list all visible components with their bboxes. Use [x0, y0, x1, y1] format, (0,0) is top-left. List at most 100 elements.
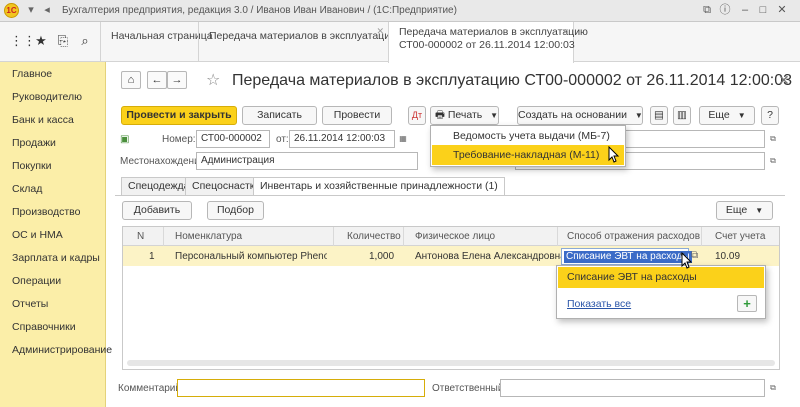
chevron-down-icon: ▼ — [755, 206, 764, 215]
sidebar-item-production[interactable]: Производство — [12, 206, 80, 218]
number-label: Номер: — [162, 134, 196, 145]
print-menu-item-m11[interactable]: Требование-накладная (М-11) — [453, 149, 599, 161]
location-label: Местонахождение: — [120, 156, 208, 167]
tabs-divider — [115, 195, 785, 196]
print-button[interactable]: 🖶 Печать ▼ — [430, 106, 499, 125]
expense-method-value: Списание ЭВТ на расходы — [564, 251, 692, 263]
sidebar-item-bank[interactable]: Банк и касса — [12, 114, 74, 126]
open-icon[interactable]: ⧉ — [766, 153, 780, 169]
expense-method-input[interactable]: Списание ЭВТ на расходы ▾ — [561, 248, 692, 265]
back-button[interactable]: ← — [147, 71, 167, 89]
restore-icon[interactable]: ⧉ — [700, 4, 714, 17]
sidebar-item-reports[interactable]: Отчеты — [12, 298, 48, 310]
post-and-close-button[interactable]: Провести и закрыть — [121, 106, 237, 125]
calendar-icon[interactable]: ▦ — [396, 131, 410, 147]
column-header-n[interactable]: N — [137, 231, 144, 242]
more-label: Еще — [708, 109, 730, 121]
column-header-account[interactable]: Счет учета — [715, 231, 765, 242]
tab-inventory[interactable]: Инвентарь и хозяйственные принадлежности… — [253, 177, 505, 196]
expense-method-dropdown: Списание ЭВТ на расходы Показать все + — [556, 265, 766, 319]
date-field[interactable]: 26.11.2014 12:00:03 — [289, 130, 395, 148]
favorites-star-icon[interactable]: ★ — [34, 34, 48, 48]
column-header-quantity[interactable]: Количество — [347, 231, 401, 242]
report-icon[interactable]: ▤ — [650, 106, 668, 125]
close-tab-icon[interactable]: ✕ — [561, 26, 569, 39]
menu-icon[interactable]: ▾ — [24, 4, 38, 17]
create-based-on-button[interactable]: Создать на основании ▼ — [517, 106, 643, 125]
responsible-label: Ответственный: — [432, 383, 507, 394]
cell-person[interactable]: Антонова Елена Александровна — [415, 251, 566, 262]
apps-grid-icon[interactable]: ⋮⋮ — [10, 34, 36, 48]
title-bar: 1С ▾ ◂ Бухгалтерия предприятия, редакция… — [0, 0, 800, 22]
sidebar-item-operations[interactable]: Операции — [12, 275, 61, 287]
info-icon[interactable]: ⓘ — [718, 4, 732, 17]
close-tab-icon[interactable]: ✕ — [376, 26, 384, 37]
responsible-field[interactable] — [500, 379, 765, 397]
top-icons: ⋮⋮ ★ ⎘ ⌕ — [0, 22, 100, 62]
number-field[interactable]: СТ00-000002 — [196, 130, 270, 148]
column-header-person[interactable]: Физическое лицо — [415, 231, 495, 242]
tab-transfer-list[interactable]: Передача материалов в эксплуатацию ✕ — [198, 22, 398, 62]
sidebar-item-directories[interactable]: Справочники — [12, 321, 76, 333]
select-button[interactable]: Подбор — [207, 201, 264, 220]
window-title: Бухгалтерия предприятия, редакция 3.0 / … — [62, 5, 457, 16]
open-icon[interactable]: ⧉ — [766, 131, 780, 147]
close-window-icon[interactable]: ✕ — [775, 4, 789, 17]
maximize-icon[interactable]: □ — [756, 4, 770, 17]
add-row-button[interactable]: Добавить — [122, 201, 192, 220]
tab-label: Передача материалов в эксплуатацию — [209, 30, 398, 42]
cell-account[interactable]: 10.09 — [715, 251, 740, 262]
sidebar-item-management[interactable]: Руководителю — [12, 91, 82, 103]
cell-nomenclature[interactable]: Персональный компьютер Phenom ... — [175, 251, 327, 262]
cell-n[interactable]: 1 — [149, 251, 155, 262]
sidebar-item-purchases[interactable]: Покупки — [12, 160, 52, 172]
dropdown-item-selected[interactable]: Списание ЭВТ на расходы — [567, 271, 697, 283]
close-document-icon[interactable]: ✕ — [778, 72, 790, 89]
sidebar-item-fixed-assets[interactable]: ОС и НМА — [12, 229, 63, 241]
sidebar-item-warehouse[interactable]: Склад — [12, 183, 42, 195]
sidebar-item-sales[interactable]: Продажи — [12, 137, 56, 149]
comment-label: Комментарий: — [118, 383, 184, 394]
help-button[interactable]: ? — [761, 106, 779, 125]
document-title: Передача материалов в эксплуатацию СТ00-… — [232, 72, 793, 89]
sidebar: Главное Руководителю Банк и касса Продаж… — [0, 62, 112, 407]
dt-kt-icon[interactable]: Дт — [408, 106, 426, 125]
create-based-label: Создать на основании — [518, 109, 627, 121]
horizontal-scrollbar[interactable] — [127, 360, 775, 366]
comment-field[interactable] — [177, 379, 425, 397]
tab-transfer-document[interactable]: Передача материалов в эксплуатацию СТ00-… — [388, 22, 588, 63]
table-header: N Номенклатура Количество Физическое лиц… — [123, 227, 779, 246]
history-icon[interactable]: ⎘ — [56, 34, 70, 48]
post-button[interactable]: Провести — [322, 106, 392, 125]
attachments-icon[interactable]: ▥ — [673, 106, 691, 125]
more-button[interactable]: Еще ▼ — [699, 106, 755, 125]
column-header-expense-method[interactable]: Способ отражения расходов — [567, 231, 700, 242]
favorite-star-icon[interactable]: ☆ — [206, 70, 220, 90]
table-more-button[interactable]: Еще ▼ — [716, 201, 773, 220]
chevron-down-icon: ▼ — [490, 111, 499, 120]
open-icon[interactable]: ⧉ — [766, 380, 780, 396]
location-field[interactable]: Администрация — [196, 152, 418, 170]
forward-button[interactable]: → — [167, 71, 187, 89]
print-menu-item-mb7[interactable]: Ведомость учета выдачи (МБ-7) — [453, 130, 610, 142]
tab-label-line2: СТ00-000002 от 26.11.2014 12:00:03 — [399, 39, 575, 51]
back-icon[interactable]: ◂ — [40, 4, 54, 17]
save-button[interactable]: Записать — [242, 106, 317, 125]
home-button[interactable]: ⌂ — [121, 71, 141, 89]
add-new-button[interactable]: + — [737, 295, 757, 312]
tab-label-line1: Передача материалов в эксплуатацию — [399, 26, 588, 38]
tab-home[interactable]: Начальная страница — [100, 22, 213, 62]
mouse-cursor-icon — [681, 252, 693, 269]
show-all-link[interactable]: Показать все — [567, 298, 631, 310]
mouse-cursor-icon — [608, 146, 620, 163]
sidebar-item-administration[interactable]: Администрирование — [12, 344, 112, 356]
search-icon[interactable]: ⌕ — [78, 34, 92, 48]
section-tabs-bar: ⋮⋮ ★ ⎘ ⌕ Начальная страница Передача мат… — [0, 22, 800, 63]
sidebar-item-payroll[interactable]: Зарплата и кадры — [12, 252, 100, 264]
printer-icon: 🖶 — [435, 109, 445, 121]
minimize-icon[interactable]: – — [738, 4, 752, 17]
cell-quantity[interactable]: 1,000 — [369, 251, 394, 262]
column-header-nomenclature[interactable]: Номенклатура — [175, 231, 242, 242]
doc-status-icon: ▣ — [120, 134, 130, 145]
sidebar-item-main[interactable]: Главное — [12, 68, 52, 80]
